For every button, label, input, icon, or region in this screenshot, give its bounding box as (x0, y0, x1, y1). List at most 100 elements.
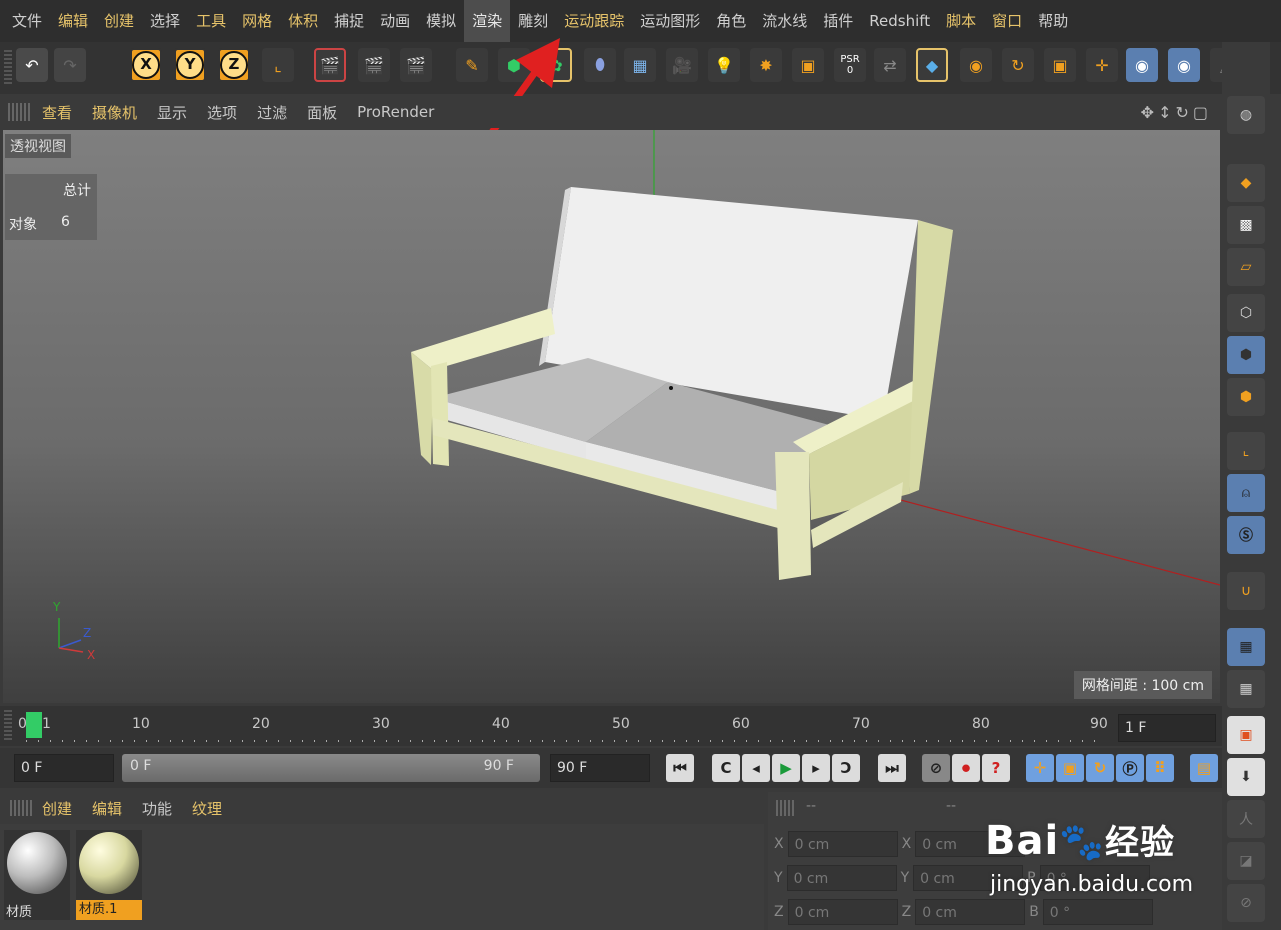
timeline-ruler[interactable]: 0 1 10 20 30 40 50 60 70 80 90 1 F (0, 706, 1222, 746)
rotate-button[interactable]: ↻ (1002, 48, 1034, 82)
live-select-button[interactable]: ◉ (960, 48, 992, 82)
texture-mode-button[interactable]: ▩ (1227, 206, 1265, 244)
menu-tools[interactable]: 工具 (188, 0, 234, 42)
material-menu-texture[interactable]: 纹理 (182, 798, 232, 819)
goto-end-button[interactable]: ⏭ (878, 754, 906, 782)
axis-swap-button[interactable]: ⇄ (874, 48, 906, 82)
lock-workplane-button[interactable]: ▦ (1227, 628, 1265, 666)
prev-frame-button[interactable]: ◂ (742, 754, 770, 782)
next-key-button[interactable]: Ↄ (832, 754, 860, 782)
material-menu-edit[interactable]: 编辑 (82, 798, 132, 819)
size-z-field[interactable]: 0 cm (915, 899, 1026, 925)
solo-button[interactable]: Ⓢ (1227, 516, 1265, 554)
perspective-viewport[interactable]: 透视视图 总计 对象 6 Y Z X 网格间距 : 100 cm (3, 130, 1220, 703)
viewport-menu-panel[interactable]: 面板 (297, 102, 347, 123)
coords-grip[interactable] (776, 800, 796, 816)
deformer-button[interactable]: ⬮ (584, 48, 616, 82)
menu-mesh[interactable]: 网格 (234, 0, 280, 42)
render-view-button[interactable]: 🎬 (314, 48, 346, 82)
menu-redshift[interactable]: Redshift (861, 0, 938, 42)
frame-range-slider[interactable]: 0 F 90 F (122, 754, 540, 782)
prev-key-button[interactable]: C (712, 754, 740, 782)
tweak-mode-button[interactable]: ⍝ (1227, 474, 1265, 512)
model-mode-side-button[interactable]: ◆ (1227, 164, 1265, 202)
goto-start-button[interactable]: ⏮ (666, 754, 694, 782)
material-menu-create[interactable]: 创建 (32, 798, 82, 819)
viewport-menu-display[interactable]: 显示 (147, 102, 197, 123)
material-swatch-selected[interactable]: 材质.1 (76, 830, 142, 920)
key-position-button[interactable]: ✛ (1026, 754, 1054, 782)
viewport-nav-icons[interactable]: ✥↕↻▢ (1141, 103, 1212, 122)
rect-select-button[interactable]: ◉ (1168, 48, 1200, 82)
select-cursor-button[interactable]: ◉ (1126, 48, 1158, 82)
menu-file[interactable]: 文件 (4, 0, 50, 42)
model-mode-button[interactable]: ◆ (916, 48, 948, 82)
auto-key-button[interactable]: ? (982, 754, 1010, 782)
toolbar-grip[interactable] (4, 50, 12, 84)
position-z-field[interactable]: 0 cm (787, 899, 898, 925)
layer-browser-button[interactable]: ▣ (1227, 716, 1265, 754)
position-x-field[interactable]: 0 cm (787, 831, 898, 857)
playhead[interactable] (26, 712, 42, 738)
axis-mode-button[interactable]: ⌞ (1227, 432, 1265, 470)
viewport-menu-options[interactable]: 选项 (197, 102, 247, 123)
viewport-menu-camera[interactable]: 摄像机 (82, 102, 147, 123)
floor-button[interactable]: ▦ (624, 48, 656, 82)
viewport-menu-prorender[interactable]: ProRender (347, 103, 444, 121)
menu-create[interactable]: 创建 (96, 0, 142, 42)
menu-plugins[interactable]: 插件 (815, 0, 861, 42)
menu-window[interactable]: 窗口 (984, 0, 1030, 42)
import-button[interactable]: ⬇ (1227, 758, 1265, 796)
effector-button[interactable]: ✸ (750, 48, 782, 82)
planar-workplane-button[interactable]: ▦ (1227, 670, 1265, 708)
menu-volume[interactable]: 体积 (280, 0, 326, 42)
y-axis-lock-button[interactable]: Y (174, 48, 206, 82)
play-button[interactable]: ▶ (772, 754, 800, 782)
workplane-button[interactable]: ▱ (1227, 248, 1265, 286)
make-editable-button[interactable]: ◍ (1227, 96, 1265, 134)
material-grip[interactable] (10, 800, 32, 816)
polygons-mode-button[interactable]: ⬢ (1227, 378, 1265, 416)
disable-button[interactable]: ⊘ (1227, 884, 1265, 922)
material-swatch[interactable]: 材质 (4, 830, 70, 920)
x-axis-lock-button[interactable]: X (130, 48, 162, 82)
next-frame-button[interactable]: ▸ (802, 754, 830, 782)
start-frame-field[interactable]: 0 F (14, 754, 114, 782)
edges-mode-button[interactable]: ⬢ (1227, 336, 1265, 374)
undo-button[interactable]: ↶ (16, 48, 48, 82)
rotation-b-field[interactable]: 0 ° (1042, 899, 1153, 925)
menu-edit[interactable]: 编辑 (50, 0, 96, 42)
z-axis-lock-button[interactable]: Z (218, 48, 250, 82)
snapping-button[interactable]: ∪ (1227, 572, 1265, 610)
move-button[interactable]: ✛ (1086, 48, 1118, 82)
menu-mograph[interactable]: 运动图形 (632, 0, 708, 42)
tag-button[interactable]: ▣ (792, 48, 824, 82)
scale-button[interactable]: ▣ (1044, 48, 1076, 82)
record-disabled-button[interactable]: ⊘ (922, 754, 950, 782)
menu-script[interactable]: 脚本 (938, 0, 984, 42)
viewport-grip[interactable] (8, 103, 32, 121)
menu-animate[interactable]: 动画 (372, 0, 418, 42)
end-frame-field[interactable]: 90 F (550, 754, 650, 782)
key-scale-button[interactable]: ▣ (1056, 754, 1084, 782)
record-button[interactable]: ⏺ (952, 754, 980, 782)
menu-select[interactable]: 选择 (142, 0, 188, 42)
viewport-menu-view[interactable]: 查看 (32, 102, 82, 123)
current-frame-field[interactable]: 1 F (1118, 714, 1216, 742)
key-pla-button[interactable]: ⠿ (1146, 754, 1174, 782)
position-y-field[interactable]: 0 cm (786, 865, 897, 891)
menu-pipeline[interactable]: 流水线 (754, 0, 815, 42)
sculpt-side-button[interactable]: ◪ (1227, 842, 1265, 880)
menu-snap[interactable]: 捕捉 (326, 0, 372, 42)
redo-button[interactable]: ↷ (54, 48, 86, 82)
points-mode-button[interactable]: ⬡ (1227, 294, 1265, 332)
render-to-picture-viewer-button[interactable]: 🎬 (358, 48, 390, 82)
camera-button[interactable]: 🎥 (666, 48, 698, 82)
menu-help[interactable]: 帮助 (1030, 0, 1076, 42)
psr-button[interactable]: PSR 0 (834, 48, 866, 82)
key-rotation-button[interactable]: ↻ (1086, 754, 1114, 782)
coordinate-system-button[interactable]: ⌞ (262, 48, 294, 82)
light-button[interactable]: 💡 (708, 48, 740, 82)
timeline-window-button[interactable]: ▤ (1190, 754, 1218, 782)
menu-character[interactable]: 角色 (708, 0, 754, 42)
